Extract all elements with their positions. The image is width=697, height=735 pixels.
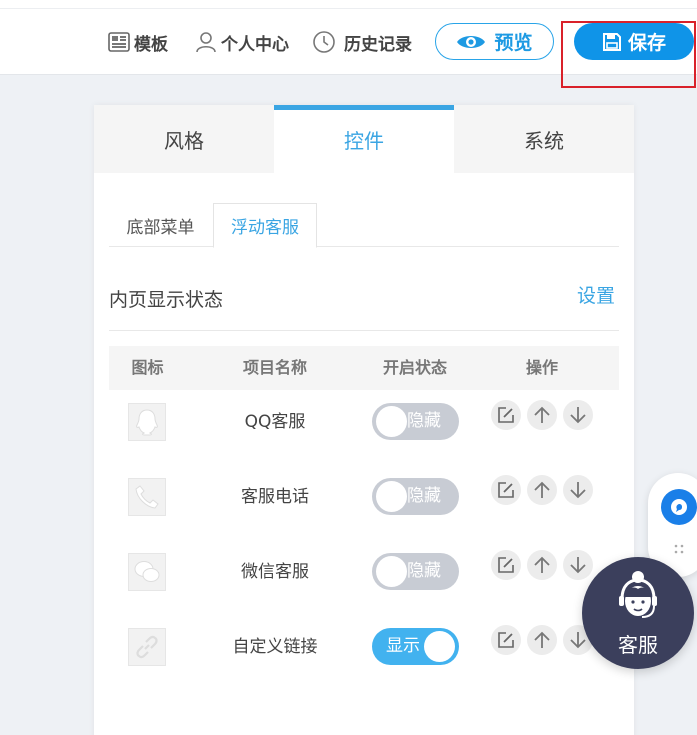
subtab-floating-service[interactable]: 浮动客服 xyxy=(213,203,317,248)
save-button[interactable]: 保存 xyxy=(574,23,694,60)
template-label: 模板 xyxy=(134,34,168,55)
move-up-button[interactable] xyxy=(527,475,557,505)
header-name: 项目名称 xyxy=(242,358,307,377)
header-status: 开启状态 xyxy=(382,358,447,377)
tab-controls-label: 控件 xyxy=(344,128,384,153)
toggle-label: 隐藏 xyxy=(407,486,441,506)
arrow-up-icon xyxy=(534,556,550,573)
tab-system-label: 系统 xyxy=(524,128,564,153)
move-up-button[interactable] xyxy=(527,625,557,655)
status-toggle[interactable]: 显示 xyxy=(372,628,459,665)
phone-icon xyxy=(128,478,166,516)
history-button[interactable]: 历史记录 xyxy=(312,30,412,55)
history-label: 历史记录 xyxy=(344,34,412,55)
toggle-knob xyxy=(376,556,407,587)
qq-icon xyxy=(128,403,166,441)
edit-icon xyxy=(498,557,514,573)
main-tab-bar: 风格 控件 系统 xyxy=(94,105,634,173)
customer-service-bubble[interactable]: 客服 xyxy=(582,557,694,669)
status-toggle[interactable]: 隐藏 xyxy=(372,478,459,515)
table-row: 自定义链接 显示 xyxy=(109,625,619,703)
arrow-up-icon xyxy=(534,481,550,498)
toggle-label: 显示 xyxy=(386,636,420,656)
item-name: 微信客服 xyxy=(241,562,309,582)
arrow-down-icon xyxy=(570,557,586,574)
clock-icon xyxy=(313,31,335,53)
section-title: 内页显示状态 xyxy=(109,289,224,311)
tab-system[interactable]: 系统 xyxy=(454,105,634,173)
settings-panel: 风格 控件 系统 底部菜单 浮动客服 内页显示状态 设置 图标 项目名称 开启状… xyxy=(94,105,634,735)
item-name: 自定义链接 xyxy=(232,637,318,657)
subtab-bottom-menu[interactable]: 底部菜单 xyxy=(109,203,212,247)
item-name: 客服电话 xyxy=(241,487,309,507)
edit-icon xyxy=(498,482,514,498)
top-toolbar: 模板 个人中心 历史记录 预览 保存 xyxy=(0,0,697,75)
arrow-down-icon xyxy=(570,482,586,499)
toggle-label: 隐藏 xyxy=(407,561,441,581)
settings-link[interactable]: 设置 xyxy=(577,281,615,308)
preview-label: 预览 xyxy=(494,32,533,54)
move-up-button[interactable] xyxy=(527,550,557,580)
profile-button[interactable]: 个人中心 xyxy=(195,30,289,55)
move-down-button[interactable] xyxy=(563,475,593,505)
edit-button[interactable] xyxy=(491,550,521,580)
table-row: 客服电话 隐藏 xyxy=(109,475,619,553)
status-toggle[interactable]: 隐藏 xyxy=(372,553,459,590)
toggle-label: 隐藏 xyxy=(407,411,441,431)
arrow-up-icon xyxy=(534,631,550,648)
profile-label: 个人中心 xyxy=(221,34,289,55)
customer-service-agent-icon xyxy=(619,571,657,618)
toggle-knob xyxy=(376,406,407,437)
edit-icon xyxy=(498,632,514,648)
toolbar-top-divider xyxy=(0,8,697,9)
user-icon xyxy=(196,32,216,53)
status-toggle[interactable]: 隐藏 xyxy=(372,403,459,440)
edit-button[interactable] xyxy=(491,475,521,505)
table-header: 图标 项目名称 开启状态 操作 xyxy=(109,346,619,390)
customer-service-label: 客服 xyxy=(618,633,658,657)
section-divider xyxy=(109,330,619,331)
chat-logo-button[interactable] xyxy=(661,489,697,525)
table-row: 微信客服 隐藏 xyxy=(109,550,619,628)
header-actions: 操作 xyxy=(525,358,558,377)
arrow-up-icon xyxy=(534,406,550,423)
floppy-disk-icon xyxy=(602,32,621,51)
chat-logo-icon xyxy=(671,499,687,515)
arrow-down-icon xyxy=(570,407,586,424)
tab-controls[interactable]: 控件 xyxy=(274,105,454,173)
toggle-knob xyxy=(376,481,407,512)
wechat-icon xyxy=(128,553,166,591)
item-name: QQ客服 xyxy=(244,412,306,432)
tab-style[interactable]: 风格 xyxy=(94,105,274,173)
header-icon: 图标 xyxy=(131,358,164,377)
template-button[interactable]: 模板 xyxy=(108,30,168,55)
edit-icon xyxy=(498,407,514,423)
edit-button[interactable] xyxy=(491,625,521,655)
toggle-knob xyxy=(424,631,455,662)
move-down-button[interactable] xyxy=(563,400,593,430)
subtab-floating-service-label: 浮动客服 xyxy=(231,218,299,238)
tab-style-label: 风格 xyxy=(164,128,204,153)
link-icon xyxy=(128,628,166,666)
subtab-bottom-menu-label: 底部菜单 xyxy=(126,217,195,238)
drag-handle-icon[interactable] xyxy=(673,543,685,555)
edit-button[interactable] xyxy=(491,400,521,430)
template-icon xyxy=(108,32,130,52)
table-row: QQ客服 隐藏 xyxy=(109,400,619,478)
eye-icon xyxy=(457,35,486,48)
move-up-button[interactable] xyxy=(527,400,557,430)
sub-tab-bar: 底部菜单 浮动客服 xyxy=(109,203,619,248)
move-down-button[interactable] xyxy=(563,550,593,580)
save-label: 保存 xyxy=(627,32,666,54)
preview-button[interactable]: 预览 xyxy=(435,23,554,60)
